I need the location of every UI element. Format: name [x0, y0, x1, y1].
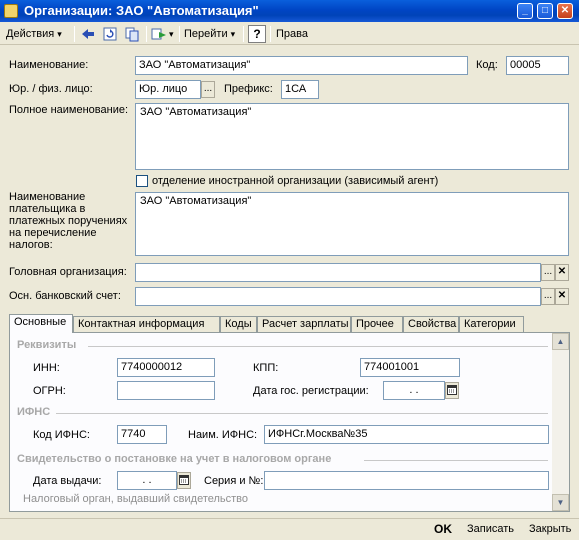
calendar-icon[interactable] [445, 382, 459, 399]
maximize-button[interactable]: □ [537, 3, 553, 19]
head-org-input[interactable] [135, 263, 541, 282]
kpp-input[interactable]: 774001001 [360, 358, 460, 377]
save-button[interactable]: Записать [467, 523, 514, 535]
tab-properties[interactable]: Свойства [403, 316, 459, 332]
ifns-name-input[interactable]: ИФНСг.Москва№35 [264, 425, 549, 444]
calendar-icon[interactable] [177, 472, 191, 489]
toolbar-separator [146, 26, 147, 42]
fullname-textarea[interactable]: ЗАО "Автоматизация" [135, 103, 569, 170]
organization-window: Организации: ЗАО "Автоматизация" _ □ ✕ Д… [0, 0, 579, 540]
tab-other[interactable]: Прочее [351, 316, 403, 332]
inn-input[interactable]: 7740000012 [117, 358, 215, 377]
fullname-label: Полное наименование: [9, 104, 129, 116]
series-number-label: Серия и №: [204, 475, 264, 487]
ogrn-input[interactable] [117, 381, 215, 400]
rights-button[interactable]: Права [276, 25, 308, 43]
payer-name-textarea[interactable]: ЗАО "Автоматизация" [135, 192, 569, 256]
head-org-choose-button[interactable]: ... [541, 264, 555, 281]
copy-document-icon[interactable] [123, 25, 141, 43]
chevron-down-icon[interactable]: ▾ [169, 25, 174, 43]
bank-account-label: Осн. банковский счет: [9, 290, 121, 302]
group-divider [364, 460, 548, 461]
title-bar[interactable]: Организации: ЗАО "Автоматизация" _ □ ✕ [0, 0, 579, 22]
tab-main[interactable]: Основные [9, 314, 73, 333]
tab-contact-info[interactable]: Контактная информация [73, 316, 220, 332]
toolbar-separator [270, 26, 271, 42]
bottom-bar: OK Записать Закрыть [0, 518, 579, 540]
tax-authority-label: Налоговый орган, выдавший свидетельство [23, 493, 249, 505]
inn-label: ИНН: [33, 362, 60, 374]
toolbar: Действия ▾ Перейти ? Права [0, 23, 579, 45]
group-divider [56, 413, 548, 414]
help-icon-label: ? [253, 27, 261, 41]
toolbar-separator [243, 26, 244, 42]
actions-menu-label: Действия [6, 28, 55, 40]
close-button[interactable]: Закрыть [529, 523, 571, 535]
bank-account-choose-button[interactable]: ... [541, 288, 555, 305]
prefix-label: Префикс: [224, 83, 273, 95]
tab-categories[interactable]: Категории [459, 316, 524, 332]
ifns-name-label: Наим. ИФНС: [188, 429, 258, 441]
app-icon [4, 4, 18, 18]
scroll-down-icon[interactable]: ▼ [552, 494, 569, 511]
requisites-group-title: Реквизиты [17, 339, 77, 351]
actions-menu[interactable]: Действия [6, 25, 62, 43]
entity-type-select[interactable]: Юр. лицо [135, 80, 201, 99]
toolbar-separator [179, 26, 180, 42]
code-label: Код: [476, 59, 498, 71]
minimize-button[interactable]: _ [517, 3, 533, 19]
series-number-input[interactable] [264, 471, 549, 490]
payer-name-label: Наименование плательщика в платежных пор… [9, 191, 128, 251]
window-title: Организации: ЗАО "Автоматизация" [24, 3, 259, 18]
certificate-group-title: Свидетельство о постановке на учет в нал… [17, 453, 332, 465]
tab-panel-scrollbar[interactable]: ▲ ▼ [552, 333, 569, 511]
foreign-branch-label: отделение иностранной организации (завис… [152, 175, 439, 187]
name-label: Наименование: [9, 59, 89, 71]
go-to-linked-icon[interactable] [150, 25, 168, 43]
goto-menu-label: Перейти [184, 28, 228, 40]
tab-codes[interactable]: Коды [220, 316, 257, 332]
foreign-branch-checkbox[interactable] [136, 175, 148, 187]
ifns-code-label: Код ИФНС: [33, 429, 90, 441]
group-divider [88, 346, 548, 347]
help-icon[interactable]: ? [248, 25, 266, 43]
entity-type-choose-button[interactable]: ... [201, 81, 215, 98]
entity-type-label: Юр. / физ. лицо: [9, 83, 93, 95]
tab-payroll[interactable]: Расчет зарплаты [257, 316, 351, 332]
issue-date-input[interactable]: . . [117, 471, 177, 490]
code-input[interactable]: 00005 [506, 56, 569, 75]
ifns-code-input[interactable]: 7740 [117, 425, 167, 444]
name-input[interactable]: ЗАО "Автоматизация" [135, 56, 468, 75]
head-org-label: Головная организация: [9, 266, 127, 278]
issue-date-label: Дата выдачи: [33, 475, 102, 487]
toolbar-separator [74, 26, 75, 42]
refresh-icon[interactable] [101, 25, 119, 43]
goto-menu[interactable]: Перейти [184, 25, 235, 43]
bank-account-clear-button[interactable]: ✕ [555, 288, 569, 305]
reg-date-input[interactable]: . . [383, 381, 445, 400]
close-window-button[interactable]: ✕ [557, 3, 573, 19]
back-arrow-icon[interactable] [79, 25, 97, 43]
reg-date-label: Дата гос. регистрации: [253, 385, 369, 397]
scroll-up-icon[interactable]: ▲ [552, 333, 569, 350]
ifns-group-title: ИФНС [17, 406, 51, 418]
kpp-label: КПП: [253, 362, 279, 374]
ok-button[interactable]: OK [434, 522, 452, 536]
ogrn-label: ОГРН: [33, 385, 66, 397]
bank-account-input[interactable] [135, 287, 541, 306]
prefix-input[interactable]: 1СА [281, 80, 319, 99]
head-org-clear-button[interactable]: ✕ [555, 264, 569, 281]
